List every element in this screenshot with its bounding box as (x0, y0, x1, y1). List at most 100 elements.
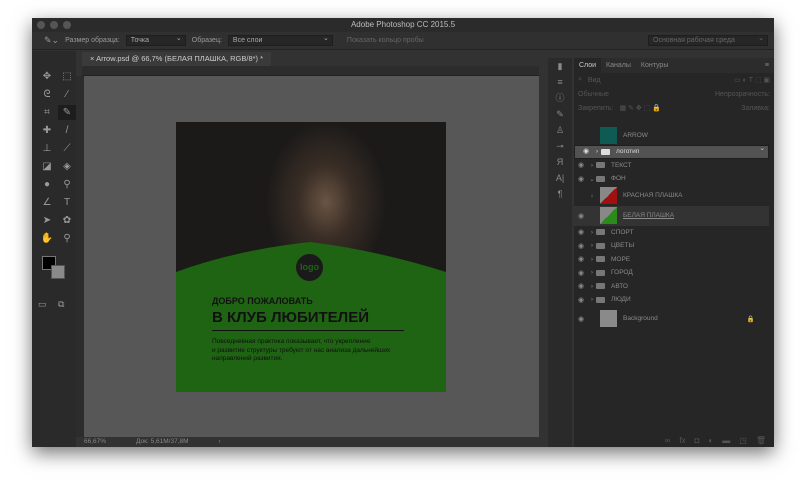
visibility-eye-icon[interactable]: ◉ (574, 315, 588, 323)
tab-paths[interactable]: Контуры (636, 58, 673, 73)
eyedropper-icon[interactable]: ✎⌄ (44, 35, 59, 46)
mask-icon[interactable]: ◘ (695, 436, 700, 445)
lock-label: Закрепить: (578, 104, 614, 112)
trash-icon[interactable]: 🗑 (756, 436, 766, 445)
type-tool-icon[interactable]: T (58, 195, 76, 210)
chevron-right-icon[interactable]: › (588, 256, 596, 263)
artboard[interactable]: logo ДОБРО ПОЖАЛОВАТЬ В КЛУБ ЛЮБИТЕЛЕЙ П… (176, 122, 446, 392)
sample-select[interactable]: Все слои (227, 34, 333, 46)
visibility-eye-icon[interactable]: ◉ (574, 282, 588, 290)
chevron-right-icon[interactable]: › (593, 147, 601, 157)
visibility-eye-icon[interactable]: ◉ (574, 255, 588, 263)
adjustments-icon[interactable]: ≡ (548, 74, 572, 90)
marquee-tool-icon[interactable]: ⬚ (58, 69, 76, 84)
bucket-tool-icon[interactable]: ◈ (58, 159, 76, 174)
layer-row[interactable]: ◉ БЕЛАЯ ПЛАШКА (574, 205, 769, 226)
paragraph-icon[interactable]: ¶ (548, 186, 572, 202)
chevron-right-icon[interactable]: › (588, 269, 596, 276)
visibility-eye-icon[interactable]: ◉ (574, 296, 588, 304)
layer-row[interactable]: ◉ ⌄ ФОН (574, 172, 769, 186)
close-button[interactable] (37, 21, 45, 29)
workspace-select[interactable]: Основная рабочая среда (648, 34, 768, 46)
path-select-icon[interactable]: ➤ (38, 213, 56, 228)
visibility-eye-icon[interactable]: ◉ (574, 212, 588, 220)
chevron-right-icon[interactable]: › (588, 283, 596, 290)
brush-tool-icon[interactable]: / (58, 123, 76, 138)
blend-mode-select[interactable]: Обычные (578, 91, 609, 98)
tool-presets-icon[interactable]: ⊸ (548, 138, 572, 154)
info-icon[interactable]: ⓘ (548, 90, 572, 106)
filter-icons[interactable]: ▭ ◐ T ⬚ ▣ (734, 76, 770, 84)
move-tool-icon[interactable]: ✥ (38, 69, 56, 84)
status-menu-icon[interactable]: › (219, 437, 221, 447)
vertical-ruler (76, 76, 84, 437)
history-brush-icon[interactable]: ⟋ (58, 141, 76, 156)
history-icon[interactable]: ▮ (548, 58, 572, 74)
zoom-level[interactable]: 66,67% (84, 437, 106, 447)
background-color[interactable] (51, 265, 65, 279)
fx-icon[interactable]: fx (679, 436, 685, 445)
chevron-right-icon[interactable]: › (588, 296, 596, 303)
pen-tool-icon[interactable]: ∠ (38, 195, 56, 210)
sample-size-select[interactable]: Точка (125, 34, 186, 46)
crop-tool-icon[interactable]: ⌗ (38, 105, 56, 120)
canvas-area[interactable]: logo ДОБРО ПОЖАЛОВАТЬ В КЛУБ ЛЮБИТЕЛЕЙ П… (84, 76, 539, 437)
layer-row[interactable]: ◉ › логотип (574, 144, 769, 159)
tab-document[interactable]: × Arrow.psd @ 66,7% (БЕЛАЯ ПЛАШКА, RGB/8… (82, 52, 272, 66)
new-group-icon[interactable]: ▬ (722, 436, 730, 445)
tab-layers[interactable]: Слои (574, 58, 602, 73)
character-icon[interactable]: A| (548, 170, 572, 186)
blur-tool-icon[interactable]: ● (38, 177, 56, 192)
eraser-tool-icon[interactable]: ◪ (38, 159, 56, 174)
layer-filter-select[interactable]: Вид (588, 77, 601, 84)
magic-wand-icon[interactable]: ⁄ (58, 87, 76, 102)
new-layer-icon[interactable]: ◳ (739, 436, 747, 445)
layer-row[interactable]: ◉ › ГОРОД (574, 266, 769, 280)
maximize-button[interactable] (63, 21, 71, 29)
layer-row[interactable]: ARROW (574, 125, 769, 145)
layer-row[interactable]: ◉ › СПОРТ (574, 226, 769, 240)
panel-menu-icon[interactable]: ≡ (760, 58, 774, 73)
eyedropper-tool-icon[interactable]: ✎ (58, 105, 76, 120)
layer-row[interactable]: ◉ › ТЕКСТ (574, 159, 769, 173)
layer-row[interactable]: ◉ Background 🔒 (574, 307, 769, 331)
screen-mode-icon[interactable]: ⧉ (58, 299, 64, 310)
tab-channels[interactable]: Каналы (601, 58, 636, 73)
folder-icon (596, 175, 605, 182)
layer-name: Background (623, 315, 658, 322)
lock-icons[interactable]: ▦ ✎ ✥ ⬚ 🔒 (619, 104, 660, 112)
layer-row[interactable]: ↓ КРАСНАЯ ПЛАШКА (574, 186, 769, 206)
hand-tool-icon[interactable]: ✋ (38, 231, 56, 246)
shape-tool-icon[interactable]: ✿ (58, 213, 76, 228)
layer-row[interactable]: ◉ › ЦВЕТЫ (574, 239, 769, 253)
clone-source-icon[interactable]: ♙ (548, 122, 572, 138)
layer-row[interactable]: ◉ › АВТО (574, 280, 769, 294)
link-icon[interactable]: ∞ (665, 436, 671, 445)
chevron-right-icon[interactable]: › (588, 229, 596, 236)
visibility-eye-icon[interactable]: ◉ (574, 175, 588, 183)
quick-mask-icon[interactable]: ▭ (38, 299, 47, 310)
layer-name: ГОРОД (611, 269, 633, 277)
adjustment-icon[interactable]: ◐ (708, 436, 713, 445)
folder-icon (596, 256, 605, 263)
show-ring-checkbox[interactable]: Показать кольцо пробы (347, 37, 424, 44)
visibility-eye-icon[interactable]: ◉ (574, 242, 588, 250)
stamp-tool-icon[interactable]: ⊥ (38, 141, 56, 156)
visibility-eye-icon[interactable]: ◉ (574, 269, 588, 277)
layer-row[interactable]: ◉ › ЛЮДИ (574, 293, 769, 307)
visibility-eye-icon[interactable]: ◉ (579, 147, 593, 157)
lasso-tool-icon[interactable]: ᘓ (38, 87, 56, 102)
chevron-right-icon[interactable]: › (588, 242, 596, 249)
chevron-down-icon[interactable]: ⌄ (588, 175, 596, 183)
brush-presets-icon[interactable]: ✎ (548, 106, 572, 122)
minimize-button[interactable] (50, 21, 58, 29)
layer-row[interactable]: ◉ › МОРЕ (574, 253, 769, 267)
chevron-right-icon[interactable]: › (588, 162, 596, 169)
dodge-tool-icon[interactable]: ⚲ (58, 177, 76, 192)
character-styles-icon[interactable]: Я (548, 154, 572, 170)
window-title: Adobe Photoshop CC 2015.5 (350, 20, 456, 29)
healing-brush-icon[interactable]: ✚ (38, 123, 56, 138)
visibility-eye-icon[interactable]: ◉ (574, 228, 588, 236)
visibility-eye-icon[interactable]: ◉ (574, 161, 588, 169)
zoom-tool-icon[interactable]: ⚲ (58, 231, 76, 246)
